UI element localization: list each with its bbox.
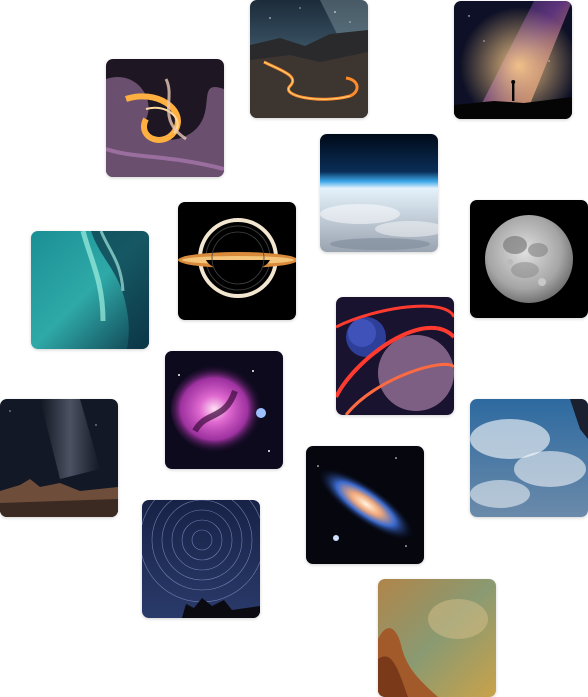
pillars-of-creation-photo[interactable] xyxy=(378,579,496,697)
aurora-borealis-photo[interactable] xyxy=(31,231,149,349)
black-hole-render[interactable] xyxy=(178,202,296,320)
andromeda-galaxy-photo[interactable] xyxy=(306,446,424,564)
neon-planets-illustration[interactable] xyxy=(336,297,454,415)
milky-way-silhouette-photo[interactable] xyxy=(454,1,572,119)
full-moon-photo[interactable] xyxy=(470,200,588,318)
fluid-swirl-abstract-photo[interactable] xyxy=(106,59,224,177)
earth-horizon-orbit-photo[interactable] xyxy=(320,134,438,252)
orion-nebula-photo[interactable] xyxy=(165,351,283,469)
milky-way-badlands-photo[interactable] xyxy=(0,399,118,517)
image-gallery xyxy=(0,0,588,697)
mountain-road-milky-way-photo[interactable] xyxy=(250,0,368,118)
earth-from-space-photo[interactable] xyxy=(470,399,588,517)
star-trails-photo[interactable] xyxy=(142,500,260,618)
